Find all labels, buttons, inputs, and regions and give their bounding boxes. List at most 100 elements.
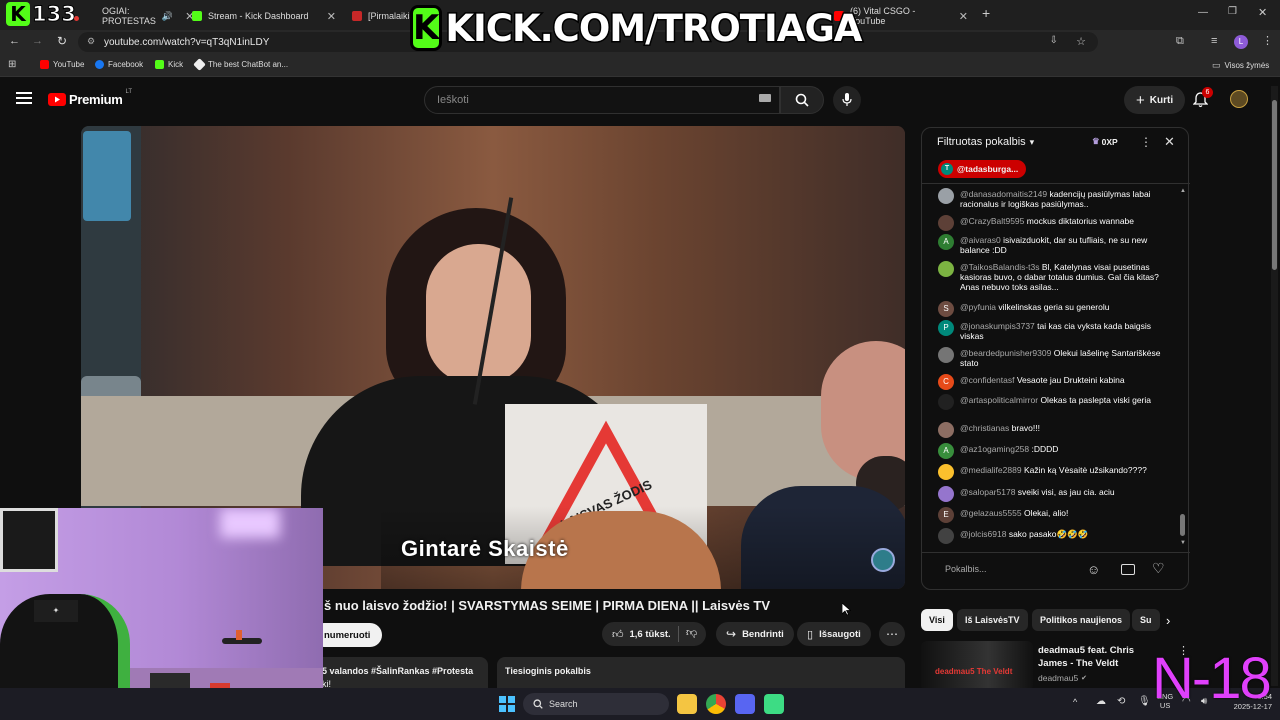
chat-message[interactable]: @medialife2889 Kažin ką Vėsaitė užsikand… bbox=[938, 464, 1168, 480]
heart-icon[interactable]: ♡ bbox=[1152, 560, 1165, 577]
chat-avatar[interactable]: S bbox=[938, 301, 954, 317]
bookmark-kick[interactable]: Kick bbox=[155, 60, 183, 69]
chat-avatar[interactable] bbox=[938, 528, 954, 544]
chat-author[interactable]: @salopar5178 bbox=[960, 487, 1015, 497]
thumbs-down-icon[interactable]: 👎︎ bbox=[686, 626, 697, 639]
forward-icon[interactable]: → bbox=[32, 35, 43, 47]
chat-message[interactable]: S @pyfunia vilkelinskas geria su generolu bbox=[938, 301, 1168, 317]
chat-author[interactable]: @gelazaus5555 bbox=[960, 508, 1022, 518]
emoji-icon[interactable]: ☺ bbox=[1087, 562, 1100, 577]
chevron-right-icon[interactable]: › bbox=[1166, 613, 1170, 628]
chat-author[interactable]: @jonaskumpis3737 bbox=[960, 321, 1035, 331]
maximize-button[interactable]: ❐ bbox=[1228, 6, 1237, 17]
like-button[interactable]: 👍︎ 1,6 tūkst. 👎︎ bbox=[602, 622, 706, 646]
pinned-user-chip[interactable]: T @tadasburga... bbox=[938, 160, 1027, 178]
chat-menu-icon[interactable]: ⋮ bbox=[1140, 135, 1152, 149]
scroll-down-arrow[interactable]: ▼ bbox=[1180, 540, 1186, 546]
tray-chevron-up-icon[interactable]: ^ bbox=[1073, 697, 1077, 707]
app-icon[interactable] bbox=[764, 694, 784, 714]
search-input[interactable]: Ieškoti bbox=[424, 86, 780, 114]
chip-politics[interactable]: Politikos naujienos bbox=[1032, 609, 1131, 631]
channel-watermark-icon[interactable] bbox=[871, 548, 895, 572]
chat-author[interactable]: @az1ogaming258 bbox=[960, 444, 1029, 454]
chat-avatar[interactable]: E bbox=[938, 507, 954, 523]
notifications-button[interactable]: 6 bbox=[1193, 87, 1213, 108]
chat-author[interactable]: @jolcis6918 bbox=[960, 529, 1006, 539]
chat-author[interactable]: @confidentasf bbox=[960, 375, 1014, 385]
chat-avatar[interactable] bbox=[938, 261, 954, 277]
file-explorer-icon[interactable] bbox=[677, 694, 697, 714]
chip-more[interactable]: Su bbox=[1132, 609, 1160, 631]
chip-from-channel[interactable]: Iš LaisvėsTV bbox=[957, 609, 1028, 631]
browser-tab[interactable]: [Pirmalaikiai bbox=[344, 4, 417, 28]
recommended-title[interactable]: deadmau5 feat. Chris James - The Veldt bbox=[1038, 644, 1166, 670]
chat-author[interactable]: @artaspoliticalmirror bbox=[960, 395, 1038, 405]
close-chat-icon[interactable]: ✕ bbox=[1164, 134, 1175, 150]
recommended-thumbnail[interactable]: deadmau5 The Veldt bbox=[921, 641, 1033, 691]
tray-sync-icon[interactable]: ⟲ bbox=[1117, 696, 1125, 707]
chat-author[interactable]: @medialife2889 bbox=[960, 465, 1022, 475]
save-button[interactable]: ▯ Išsaugoti bbox=[797, 622, 871, 646]
hamburger-menu-icon[interactable] bbox=[16, 91, 32, 105]
chat-author[interactable]: @aivaras0 bbox=[960, 235, 1001, 245]
chat-message[interactable]: @TaikosBalandis-t3s Bl, Katelynas visai … bbox=[938, 261, 1168, 292]
chat-author[interactable]: @TaikosBalandis-t3s bbox=[960, 262, 1040, 272]
minimize-button[interactable]: — bbox=[1198, 7, 1208, 18]
chat-message[interactable]: E @gelazaus5555 Olekai, alio! bbox=[938, 507, 1168, 523]
discord-icon[interactable] bbox=[735, 694, 755, 714]
chat-message[interactable]: @salopar5178 sveiki visi, as jau cia. ac… bbox=[938, 486, 1168, 502]
page-scrollbar[interactable] bbox=[1271, 86, 1278, 686]
account-avatar[interactable] bbox=[1230, 90, 1248, 108]
close-tab-icon[interactable]: ✕ bbox=[327, 10, 336, 23]
chat-avatar[interactable]: P bbox=[938, 320, 954, 336]
chat-message[interactable]: @danasadomaitis2149 kadencijų pasiūlymas… bbox=[938, 188, 1168, 209]
bookmark-youtube[interactable]: YouTube bbox=[40, 60, 84, 69]
all-bookmarks-folder[interactable]: ▭ Visos žymės bbox=[1212, 60, 1269, 71]
chat-author[interactable]: @danasadomaitis2149 bbox=[960, 189, 1047, 199]
page-scrollbar-thumb[interactable] bbox=[1272, 100, 1277, 270]
scroll-up-arrow[interactable]: ▲ bbox=[1180, 188, 1186, 194]
chat-author[interactable]: @CrazyBalt9595 bbox=[960, 216, 1024, 226]
chat-author[interactable]: @christianas bbox=[960, 423, 1009, 433]
extensions-icon[interactable]: ⧉ bbox=[1176, 35, 1184, 48]
chat-message[interactable]: @CrazyBalt9595 mockus diktatorius wannab… bbox=[938, 215, 1168, 231]
apps-grid-icon[interactable]: ⊞ bbox=[8, 59, 16, 70]
chat-avatar[interactable]: C bbox=[938, 374, 954, 390]
chat-message[interactable]: @christianas bravo!!! bbox=[938, 422, 1168, 438]
chat-input[interactable]: Pokalbis... bbox=[937, 556, 1132, 582]
chat-avatar[interactable] bbox=[938, 486, 954, 502]
site-info-icon[interactable]: ⚙ bbox=[87, 36, 95, 47]
bookmark-chatbot[interactable]: The best ChatBot an... bbox=[193, 58, 288, 71]
profile-avatar[interactable]: L bbox=[1234, 35, 1248, 49]
xp-badge[interactable]: ♛ 0XP bbox=[1092, 136, 1118, 147]
chat-avatar[interactable] bbox=[938, 464, 954, 480]
chat-avatar[interactable] bbox=[938, 215, 954, 231]
chat-avatar[interactable] bbox=[938, 422, 954, 438]
chat-message[interactable]: C @confidentasf Vesaote jau Drukteini kab… bbox=[938, 374, 1168, 390]
search-button[interactable] bbox=[780, 86, 824, 114]
browser-tab[interactable]: Stream - Kick Dashboard ✕ bbox=[184, 4, 344, 28]
chip-all[interactable]: Visi bbox=[921, 609, 953, 631]
chat-mode-dropdown[interactable]: Filtruotas pokalbis ▾ bbox=[937, 136, 1034, 148]
recommended-channel[interactable]: deadmau5 ✔ bbox=[1038, 673, 1087, 683]
chat-message[interactable]: A @az1ogaming258 :DDDD bbox=[938, 443, 1168, 459]
keyboard-icon[interactable] bbox=[759, 94, 771, 102]
bookmark-star-icon[interactable]: ☆ bbox=[1076, 35, 1086, 48]
voice-search-button[interactable] bbox=[833, 86, 861, 114]
chat-avatar[interactable] bbox=[938, 347, 954, 363]
super-chat-icon[interactable] bbox=[1121, 564, 1135, 575]
create-button[interactable]: + Kurti bbox=[1124, 86, 1186, 114]
chat-message[interactable]: @artaspoliticalmirror Olekas ta paslepta… bbox=[938, 394, 1168, 410]
back-icon[interactable]: ← bbox=[9, 35, 20, 47]
chat-author[interactable]: @pyfunia bbox=[960, 302, 996, 312]
chat-message[interactable]: P @jonaskumpis3737 tai kas cia vyksta kad… bbox=[938, 320, 1168, 341]
tray-mic-icon[interactable]: 🎙︎ bbox=[1138, 696, 1151, 707]
close-window-button[interactable]: ✕ bbox=[1258, 6, 1267, 19]
more-actions-button[interactable]: ⋯ bbox=[879, 622, 905, 646]
chat-message[interactable]: @jolcis6918 sako pasako🤣🤣🤣 bbox=[938, 528, 1168, 544]
install-icon[interactable]: ⇩ bbox=[1050, 35, 1058, 46]
chrome-icon[interactable] bbox=[706, 694, 726, 714]
chat-avatar[interactable]: A bbox=[938, 234, 954, 250]
reading-list-icon[interactable]: ≡ bbox=[1211, 35, 1217, 47]
chat-message[interactable]: A @aivaras0 isivaizduokit, dar su tufliai… bbox=[938, 234, 1168, 255]
